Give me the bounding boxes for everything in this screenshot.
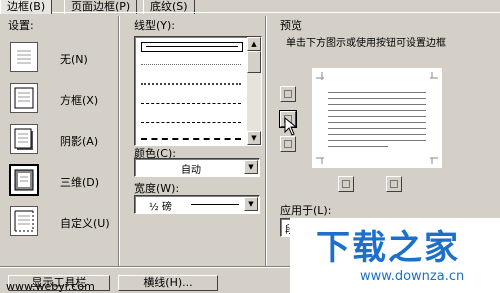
border-box-icon [10,83,38,113]
left-border-button[interactable] [338,176,354,192]
line-style-scrollbar[interactable]: ▲ ▼ [247,37,261,145]
setting-none-label: 无(N) [60,53,88,66]
mouse-cursor-icon [284,117,298,136]
color-select[interactable]: 自动 ▼ [134,158,260,177]
tab-borders[interactable]: 边框(B) [0,0,53,14]
line-style-option[interactable] [141,138,241,140]
scroll-up-icon[interactable]: ▲ [247,37,261,51]
border-preview[interactable] [312,68,442,168]
setting-label: 设置: [8,19,34,32]
setting-3d-label: 三维(D) [60,176,100,189]
bottom-border-button[interactable] [280,136,296,152]
dropdown-arrow-icon[interactable]: ▼ [244,197,258,211]
column-divider [265,16,266,266]
url-watermark: www.webyi.com [6,280,95,293]
downza-watermark: 下载之家 www.downza.cn [290,218,500,293]
width-sample-line [191,204,239,205]
setting-3d[interactable]: 三维(D) [9,164,105,197]
preview-hint: 单击下方图示或使用按钮可设置边框 [286,38,446,49]
setting-custom[interactable]: 自定义(U) [10,206,110,238]
setting-box[interactable]: 方框(X) [10,83,105,115]
preview-label: 预览 [280,19,302,32]
setting-custom-label: 自定义(U) [60,217,110,230]
setting-shadow[interactable]: 阴影(A) [10,124,105,156]
border-shadow-icon [10,124,38,154]
width-value: ½ 磅 [149,202,172,213]
style-label: 线型(Y): [134,19,176,32]
line-style-option[interactable] [141,103,241,104]
right-border-button[interactable] [386,176,402,192]
setting-shadow-label: 阴影(A) [60,135,99,148]
watermark-site: www.downza.cn [360,269,465,284]
scroll-thumb[interactable] [247,51,261,73]
dropdown-arrow-icon[interactable]: ▼ [244,160,258,174]
column-divider [118,16,119,266]
apply-to-label: 应用于(L): [280,204,332,217]
top-border-button[interactable] [280,86,296,102]
line-style-option[interactable] [141,122,241,123]
line-style-option[interactable] [141,83,241,85]
scroll-down-icon[interactable]: ▼ [247,131,261,145]
width-select[interactable]: ½ 磅 ▼ [134,195,260,214]
line-style-option[interactable] [141,64,241,65]
border-3d-icon [9,164,39,196]
border-none-icon [10,42,38,72]
line-style-list[interactable]: ▲ ▼ [134,36,262,146]
setting-none[interactable]: 无(N) [10,42,105,74]
border-custom-icon [10,206,38,236]
watermark-brand: 下载之家 [316,228,460,268]
setting-box-label: 方框(X) [60,94,99,107]
horizontal-line-button[interactable]: 横线(H)... [118,275,218,291]
width-label: 宽度(W): [134,182,180,195]
line-style-option-selected[interactable] [141,42,243,52]
color-value: 自动 [181,165,201,176]
